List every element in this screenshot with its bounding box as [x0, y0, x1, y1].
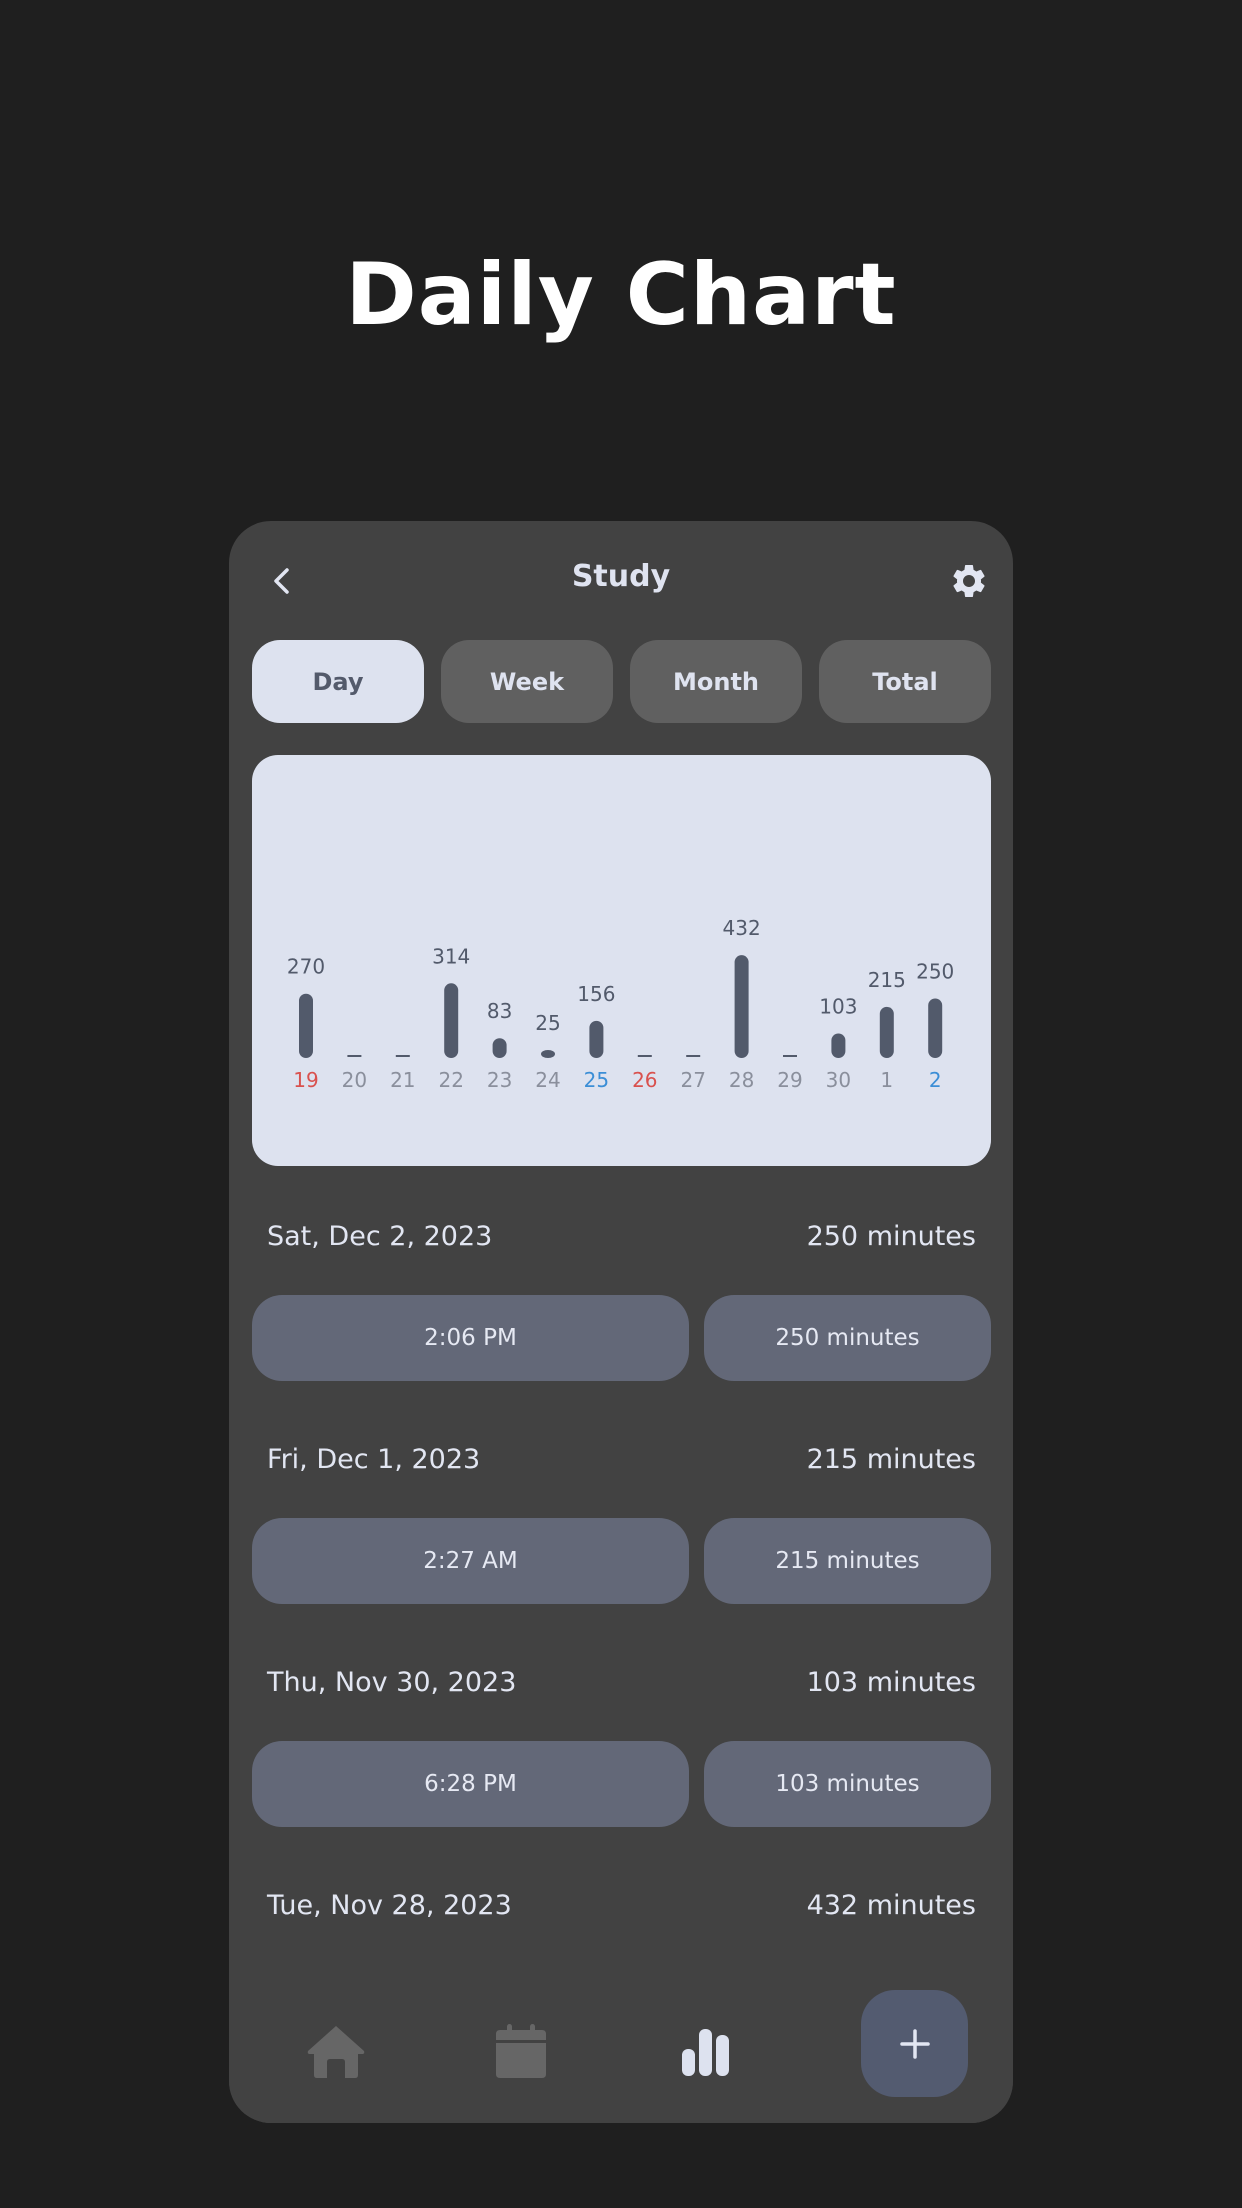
tab-month[interactable]: Month	[630, 640, 802, 723]
period-tabs: Day Week Month Total	[252, 640, 991, 723]
session-duration[interactable]: 103 minutes	[704, 1741, 991, 1827]
chart-bar[interactable]	[831, 1033, 846, 1058]
entry-total: 432 minutes	[806, 1889, 976, 1921]
entry-total: 215 minutes	[806, 1443, 976, 1475]
bar-value-label: 215	[868, 968, 906, 992]
chart-bar[interactable]	[444, 983, 459, 1058]
session-time[interactable]: 6:28 PM	[252, 1741, 689, 1827]
tab-total[interactable]: Total	[819, 640, 991, 723]
entry-header: Tue, Nov 28, 2023 432 minutes	[267, 1880, 976, 1930]
entry-header: Thu, Nov 30, 2023 103 minutes	[267, 1657, 976, 1707]
entry-header: Fri, Dec 1, 2023 215 minutes	[267, 1434, 976, 1484]
chart-bar[interactable]	[299, 993, 313, 1058]
plus-icon	[899, 2028, 930, 2059]
bar-value-label: 250	[916, 960, 954, 984]
entry-item: Sat, Dec 2, 2023 250 minutes 2:06 PM 250…	[252, 1211, 991, 1434]
day-tick-label: 27	[680, 1068, 705, 1092]
app-screen: Study Day Week Month Total 270 19 20 21 314 2…	[229, 521, 1013, 2123]
page-title: Daily Chart	[345, 245, 897, 345]
day-tick-label: 25	[584, 1068, 609, 1092]
screen-title: Study	[571, 559, 671, 594]
tab-day[interactable]: Day	[252, 640, 424, 723]
day-tick-label: 1	[880, 1068, 893, 1092]
bottom-nav	[229, 1981, 1013, 2123]
bar-value-label: 156	[577, 982, 615, 1006]
day-tick-label: 19	[293, 1068, 318, 1092]
chart-bar[interactable]	[928, 998, 943, 1059]
nav-calendar[interactable]	[471, 1981, 571, 2123]
bar-value-label: 314	[432, 944, 470, 968]
settings-button[interactable]	[949, 561, 989, 601]
day-tick-label: 29	[777, 1068, 802, 1092]
bar-chart-icon	[682, 2029, 729, 2076]
day-tick-label: 28	[729, 1068, 754, 1092]
day-tick-label: 20	[342, 1068, 367, 1092]
app-header: Study	[229, 521, 1013, 639]
day-tick-label: 30	[826, 1068, 851, 1092]
entry-total: 103 minutes	[806, 1666, 976, 1698]
day-tick-label: 23	[487, 1068, 512, 1092]
day-tick-label: 2	[929, 1068, 942, 1092]
session-duration[interactable]: 215 minutes	[704, 1518, 991, 1604]
bar-chart: 27019 20 21314228323252415625 26 2743228 2910…	[287, 916, 954, 1092]
day-tick-label: 22	[438, 1068, 463, 1092]
chart-bar[interactable]	[541, 1050, 555, 1058]
chart-bar[interactable]	[492, 1038, 507, 1058]
day-tick-label: 24	[535, 1068, 560, 1092]
entry-header: Sat, Dec 2, 2023 250 minutes	[267, 1211, 976, 1261]
bar-value-label: 83	[487, 999, 512, 1023]
entry-date: Tue, Nov 28, 2023	[267, 1889, 512, 1921]
entry-date: Thu, Nov 30, 2023	[267, 1666, 517, 1698]
day-tick-label: 26	[632, 1068, 657, 1092]
bar-value-label: 103	[819, 994, 857, 1018]
entry-list: Sat, Dec 2, 2023 250 minutes 2:06 PM 250…	[252, 1211, 991, 2103]
entry-item: Fri, Dec 1, 2023 215 minutes 2:27 AM 215…	[252, 1434, 991, 1657]
entry-item: Thu, Nov 30, 2023 103 minutes 6:28 PM 10…	[252, 1657, 991, 1880]
bar-value-label: 270	[287, 955, 325, 979]
session-time[interactable]: 2:27 AM	[252, 1518, 689, 1604]
entry-date: Sat, Dec 2, 2023	[267, 1220, 493, 1252]
entry-total: 250 minutes	[806, 1220, 976, 1252]
nav-home[interactable]	[286, 1981, 386, 2123]
bar-value-label: 432	[723, 916, 761, 940]
chart-bar[interactable]	[734, 955, 749, 1058]
session-time[interactable]: 2:06 PM	[252, 1295, 689, 1381]
daily-chart: 270 19 20 21 314 22 83 23 25 24 156 25 26 27 432 28 29 10…	[252, 755, 991, 1166]
add-button[interactable]	[861, 1990, 968, 2097]
chart-bar[interactable]	[879, 1006, 894, 1058]
chart-bar[interactable]	[589, 1020, 604, 1058]
day-tick-label: 21	[390, 1068, 415, 1092]
tab-week[interactable]: Week	[441, 640, 613, 723]
bar-value-label: 25	[535, 1011, 560, 1035]
home-icon	[307, 2026, 365, 2078]
calendar-icon	[496, 2024, 546, 2078]
entry-date: Fri, Dec 1, 2023	[267, 1443, 481, 1475]
gear-icon	[953, 565, 985, 597]
session-duration[interactable]: 250 minutes	[704, 1295, 991, 1381]
nav-chart[interactable]	[656, 1981, 756, 2123]
